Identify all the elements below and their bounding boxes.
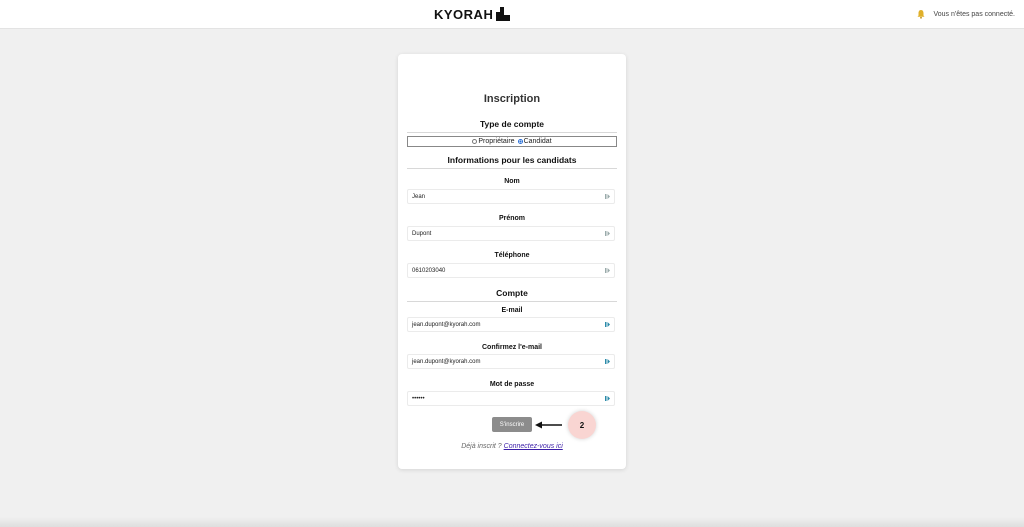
autofill-key-icon[interactable] <box>605 267 611 274</box>
nom-input[interactable]: Jean <box>407 189 615 204</box>
account-type-selector: Propriétaire Candidat <box>407 136 617 147</box>
email-confirm-input[interactable]: jean.dupont@kyorah.com <box>407 354 615 369</box>
telephone-value: 0610203040 <box>412 267 446 274</box>
option-candidat[interactable]: Candidat <box>517 138 552 145</box>
login-prompt-text: Déjà inscrit ? <box>461 443 502 450</box>
bottom-edge <box>0 517 1024 527</box>
prenom-value: Dupont <box>412 230 432 237</box>
password-label: Mot de passe <box>489 381 535 388</box>
telephone-label: Téléphone <box>494 252 530 259</box>
autofill-key-icon[interactable] <box>605 395 611 402</box>
page-title: Inscription <box>483 93 541 105</box>
telephone-input[interactable]: 0610203040 <box>407 263 615 278</box>
nom-value: Jean <box>412 193 426 200</box>
email-confirm-value: jean.dupont@kyorah.com <box>412 358 481 365</box>
autofill-key-icon[interactable] <box>605 321 611 328</box>
password-value: •••••• <box>412 395 425 402</box>
top-bar: KYORAH Vous n'êtes pas connecté. <box>0 0 1024 29</box>
logo-mark-icon <box>496 7 511 21</box>
autofill-key-icon[interactable] <box>605 358 611 365</box>
annotation-arrow-icon <box>535 421 562 429</box>
autofill-key-icon[interactable] <box>605 193 611 200</box>
bell-icon[interactable] <box>916 9 926 19</box>
email-confirm-label: Confirmez l'e-mail <box>481 344 542 351</box>
email-value: jean.dupont@kyorah.com <box>412 321 481 328</box>
nom-label: Nom <box>504 178 520 185</box>
prenom-input[interactable]: Dupont <box>407 226 615 241</box>
register-button[interactable]: S'inscrire <box>492 417 532 432</box>
account-section-title: Compte <box>407 288 617 302</box>
login-link[interactable]: Connectez-vous ici <box>504 443 563 450</box>
kyorah-logo[interactable]: KYORAH <box>434 5 511 23</box>
email-input[interactable]: jean.dupont@kyorah.com <box>407 317 615 332</box>
autofill-key-icon[interactable] <box>605 230 611 237</box>
option-proprietaire-label: Propriétaire <box>478 138 515 145</box>
logo-text: KYORAH <box>434 6 494 22</box>
email-label: E-mail <box>501 307 523 314</box>
radio-candidat[interactable] <box>517 139 523 144</box>
account-type-title: Type de compte <box>407 119 617 133</box>
prenom-label: Prénom <box>498 215 526 222</box>
candidate-info-title: Informations pour les candidats <box>407 155 617 169</box>
status-text: Vous n'êtes pas connecté. <box>933 10 1015 18</box>
registration-card: Inscription Type de compte Propriétaire … <box>398 54 626 469</box>
password-input[interactable]: •••••• <box>407 391 615 406</box>
connection-status: Vous n'êtes pas connecté. <box>916 9 1015 19</box>
login-prompt: Déjà inscrit ? Connectez-vous ici <box>398 443 626 450</box>
option-proprietaire[interactable]: Propriétaire <box>472 138 515 145</box>
step-badge: 2 <box>568 411 596 439</box>
option-candidat-label: Candidat <box>523 138 552 145</box>
radio-proprietaire[interactable] <box>472 139 478 144</box>
